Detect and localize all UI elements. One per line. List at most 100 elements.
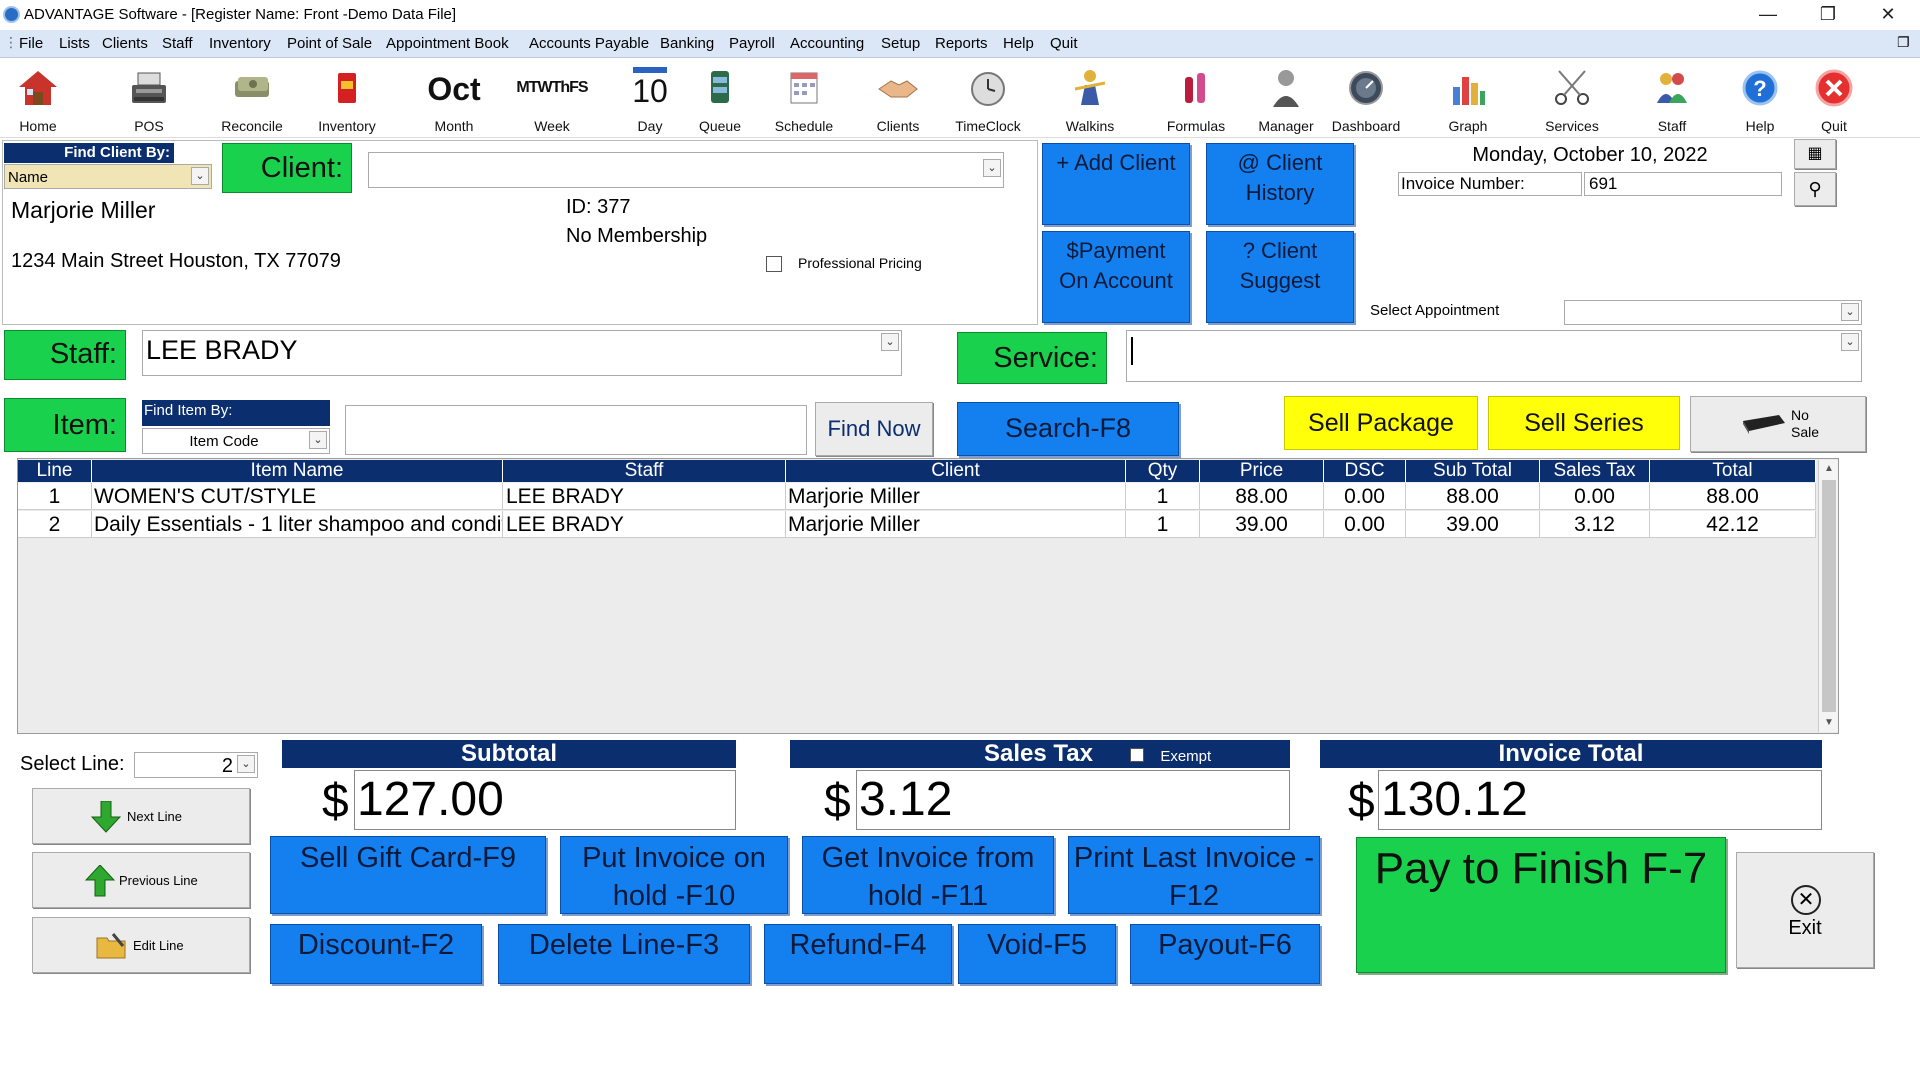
delete-line-button[interactable]: Delete Line-F3 [498,924,750,984]
sales-tax-value: 3.12 [856,770,1290,830]
toolbar-week[interactable]: MTWThFS Week [508,63,596,137]
service-label: Service: [957,332,1107,384]
pay-to-finish-button[interactable]: Pay to Finish F-7 [1356,837,1726,973]
menu-inventory[interactable]: Inventory [209,35,271,52]
select-line-dropdown[interactable]: 2 ⌄ [134,752,258,778]
quit-icon [1815,69,1853,107]
menu-quit[interactable]: Quit [1050,35,1078,52]
toolbar-schedule[interactable]: Schedule [766,63,842,137]
menu-file[interactable]: File [19,35,43,52]
find-client-by-label: Find Client By: [4,143,174,163]
toolbar-home[interactable]: Home [8,63,68,137]
client-id: ID: 377 [566,196,631,218]
client-history-button[interactable]: @ Client History [1206,143,1354,225]
toolbar-staff[interactable]: Staff [1640,63,1704,137]
get-invoice-from-hold-button[interactable]: Get Invoice from hold -F11 [802,836,1054,914]
toolbar-timeclock[interactable]: TimeClock [952,63,1024,137]
toolbar-month[interactable]: Oct Month [422,63,486,137]
menu-lists[interactable]: Lists [59,35,90,52]
sell-package-button[interactable]: Sell Package [1284,396,1478,450]
menu-accounting[interactable]: Accounting [790,35,864,52]
staff-select[interactable]: LEE BRADY ⌄ [142,330,902,376]
service-select[interactable]: ⌄ [1126,330,1862,382]
print-last-invoice-button[interactable]: Print Last Invoice - F12 [1068,836,1320,914]
staff-label: Staff: [4,330,126,380]
refund-button[interactable]: Refund-F4 [764,924,952,984]
toolbar-formulas[interactable]: Formulas [1160,63,1232,137]
payment-on-account-button[interactable]: $Payment On Account [1042,231,1190,323]
toolbar-walkins[interactable]: Walkins [1058,63,1122,137]
cell-item-name: Daily Essentials - 1 liter shampoo and c… [94,511,503,538]
toolbar-services[interactable]: Services [1538,63,1606,137]
scroll-thumb[interactable] [1822,480,1836,712]
add-client-button[interactable]: + Add Client [1042,143,1190,225]
find-client-by-select[interactable]: Name ⌄ [4,164,212,189]
sell-gift-card-button[interactable]: Sell Gift Card-F9 [270,836,546,914]
calculator-icon[interactable]: ▦ [1794,139,1836,169]
toolbar-day[interactable]: 10 Day [618,63,682,137]
menu-accounts-payable[interactable]: Accounts Payable [529,35,649,52]
professional-pricing-checkbox[interactable] [766,256,782,272]
toolbar-clients[interactable]: Clients [866,63,930,137]
chevron-down-icon[interactable]: ⌄ [1841,333,1859,351]
toolbar-help[interactable]: ? Help [1732,63,1788,137]
chevron-down-icon[interactable]: ⌄ [309,431,327,449]
scroll-up-icon[interactable]: ▲ [1819,460,1839,478]
menu-point-of-sale[interactable]: Point of Sale [287,35,372,52]
menu-staff[interactable]: Staff [162,35,193,52]
menu-appointment-book[interactable]: Appointment Book [386,35,509,52]
put-invoice-on-hold-button[interactable]: Put Invoice on hold -F10 [560,836,788,914]
minimize-icon[interactable]: — [1740,0,1796,30]
next-line-button[interactable]: Next Line [32,788,250,844]
find-now-button[interactable]: Find Now [815,402,933,456]
previous-line-button[interactable]: Previous Line [32,852,250,908]
exempt-checkbox[interactable] [1129,748,1144,762]
restore-icon[interactable]: ❐ [1800,0,1856,30]
client-suggest-button[interactable]: ? Client Suggest [1206,231,1354,323]
close-icon[interactable]: ✕ [1860,0,1916,30]
invoice-date: Monday, October 10, 2022 [1472,144,1708,166]
no-sale-button[interactable]: No Sale [1690,396,1866,452]
menu-clients[interactable]: Clients [102,35,148,52]
scroll-down-icon[interactable]: ▼ [1819,714,1839,732]
mdi-restore-icon[interactable]: ❐ [1897,34,1910,51]
col-header-sales-tax: Sales Tax [1540,460,1650,482]
find-item-by-select[interactable]: Item Code ⌄ [142,428,330,454]
payout-button[interactable]: Payout-F6 [1130,924,1320,984]
sell-series-button[interactable]: Sell Series [1488,396,1680,450]
chevron-down-icon[interactable]: ⌄ [237,755,255,773]
void-button[interactable]: Void-F5 [958,924,1116,984]
chevron-down-icon[interactable]: ⌄ [191,167,209,185]
exit-button[interactable]: ✕ Exit [1736,852,1874,968]
toolbar-manager[interactable]: Manager [1252,63,1320,137]
money-stack-icon [235,77,269,97]
toolbar-graph[interactable]: Graph [1436,63,1500,137]
toolbar-reconcile[interactable]: Reconcile [220,63,284,137]
grid-scrollbar[interactable]: ▲ ▼ [1818,460,1838,732]
total-currency: $ [1348,775,1375,828]
toolbar-dashboard[interactable]: Dashboard [1328,63,1404,137]
discount-button[interactable]: Discount-F2 [270,924,482,984]
select-appointment-dropdown[interactable]: ⌄ [1564,300,1862,325]
menu-payroll[interactable]: Payroll [729,35,775,52]
item-search-input[interactable] [345,405,807,455]
chevron-down-icon[interactable]: ⌄ [983,159,1001,177]
toolbar-pos[interactable]: POS [119,63,179,137]
cell-item-name: WOMEN'S CUT/STYLE [92,483,503,510]
chevron-down-icon[interactable]: ⌄ [1841,303,1859,321]
search-icon[interactable]: ⚲ [1794,172,1836,206]
search-f8-button[interactable]: Search-F8 [957,402,1179,456]
menu-banking[interactable]: Banking [660,35,714,52]
menu-reports[interactable]: Reports [935,35,988,52]
toolbar-inventory[interactable]: Inventory [315,63,379,137]
chevron-down-icon[interactable]: ⌄ [881,333,899,351]
toolbar-quit[interactable]: Quit [1806,63,1862,137]
toolbar-queue[interactable]: Queue [688,63,752,137]
menu-setup[interactable]: Setup [881,35,920,52]
edit-line-button[interactable]: Edit Line [32,917,250,973]
arrow-up-icon [85,865,115,897]
client-select[interactable]: ⌄ [368,152,1004,188]
invoice-number-field[interactable]: 691 [1584,172,1782,196]
walkin-person-icon [1074,70,1106,105]
menu-help[interactable]: Help [1003,35,1034,52]
